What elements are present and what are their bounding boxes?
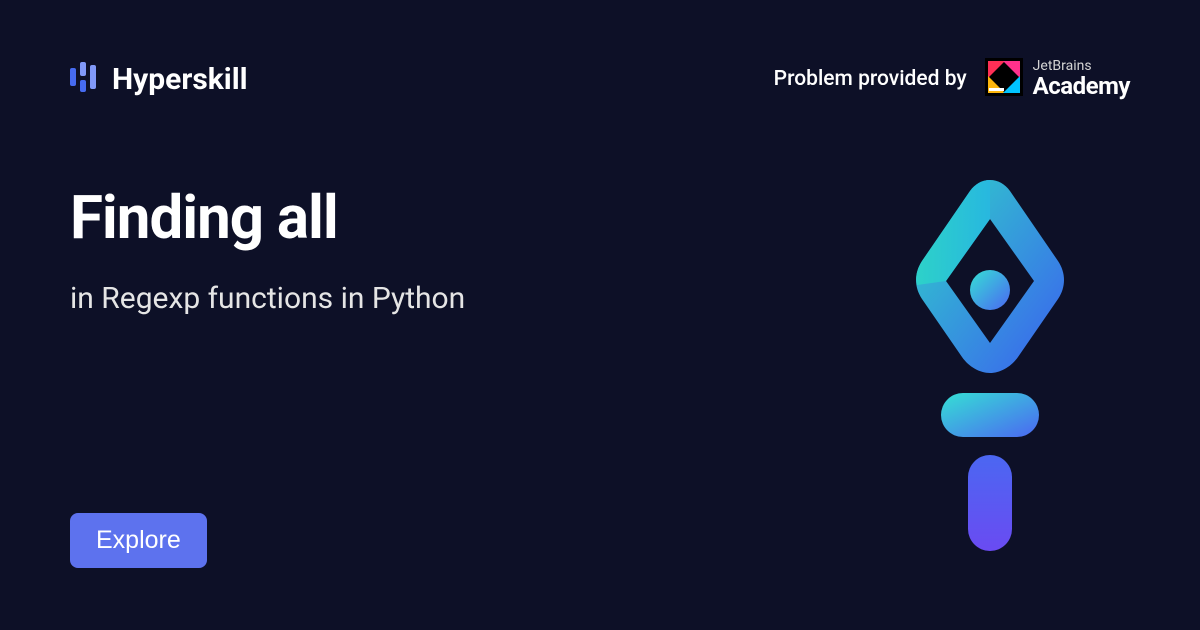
partner-text: JetBrains Academy: [1033, 59, 1130, 99]
explore-button[interactable]: Explore: [70, 513, 207, 568]
provider-label: Problem provided by: [774, 67, 967, 91]
partner-big: Academy: [1033, 74, 1130, 99]
jetbrains-logo-icon: [985, 58, 1023, 100]
decorative-graphic-icon: [890, 175, 1090, 555]
hyperskill-logo-icon: [70, 62, 100, 96]
partner-badge: JetBrains Academy: [985, 58, 1130, 100]
page-subtitle: in Regexp functions in Python: [70, 281, 465, 316]
page-title: Finding all: [70, 182, 465, 253]
provider: Problem provided by JetBrains Academy: [774, 58, 1130, 100]
brand: Hyperskill: [70, 62, 248, 97]
brand-name: Hyperskill: [112, 62, 248, 97]
main-content: Finding all in Regexp functions in Pytho…: [70, 182, 465, 316]
header: Hyperskill Problem provided by JetBrains…: [0, 0, 1200, 100]
